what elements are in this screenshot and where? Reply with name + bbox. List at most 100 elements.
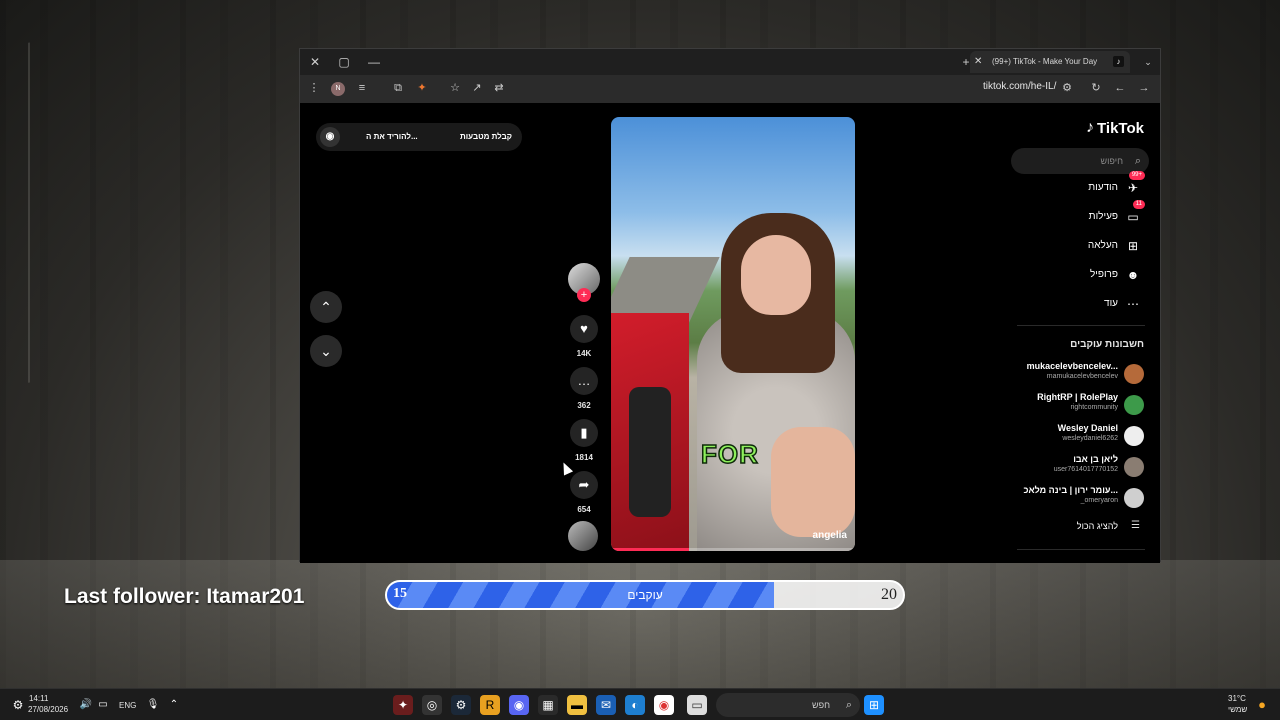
video-author[interactable]: angelia: [813, 530, 847, 541]
chrome-icon[interactable]: ◉: [654, 695, 674, 715]
language-indicator[interactable]: ENG: [119, 701, 136, 710]
show-all-link[interactable]: להציג הכול ☰: [1077, 519, 1144, 533]
outlook-icon[interactable]: ✉: [596, 695, 616, 715]
video-seat: [629, 387, 671, 517]
heart-icon[interactable]: ♥: [570, 315, 598, 343]
nav-activity-label: פעילות: [1088, 211, 1118, 222]
promo-download-text[interactable]: להוריד את ה...: [366, 123, 418, 151]
reload-icon[interactable]: ↻: [1088, 80, 1104, 96]
translate-icon[interactable]: ⇄: [491, 80, 507, 96]
comment-count: 362: [577, 401, 591, 410]
show-hidden-icons-chevron-icon[interactable]: ⌃: [164, 695, 184, 715]
coin-icon: ◉: [320, 127, 340, 147]
nav-messages[interactable]: הודעות ✈ 99+: [1044, 171, 1145, 199]
taskbar: ⚙ 14:11 27/08/2026 🔊 ▭ ENG 🎙 ⌃ ✦ ◎ ⚙ R ◉…: [0, 688, 1280, 720]
next-video-button[interactable]: ⌄: [310, 335, 342, 367]
account-name: ליאן בן אבו: [1073, 454, 1118, 464]
app-icon[interactable]: ◎: [422, 695, 442, 715]
bookmark-star-icon[interactable]: ☆: [447, 80, 463, 96]
sidebar-divider: [1017, 325, 1145, 326]
comment-action[interactable]: … 362: [566, 367, 602, 410]
search-icon: ⌕: [845, 699, 852, 711]
video-progress-bar[interactable]: [611, 548, 855, 551]
microphone-icon[interactable]: 🎙: [143, 695, 163, 715]
following-account[interactable]: ליאן בן אבו user7614017770152: [1004, 454, 1144, 480]
share-action[interactable]: ➦ 654: [566, 471, 602, 514]
following-account[interactable]: RightRP | RolePlay rightcommunity: [1004, 392, 1144, 418]
app-icon[interactable]: ✦: [393, 695, 413, 715]
close-window-button[interactable]: ✕: [305, 52, 325, 72]
video-progress-fill: [611, 548, 690, 551]
tiktok-logo[interactable]: ♪ TikTok: [1086, 119, 1144, 137]
following-account[interactable]: עומר ירון | בינה מלאכ... _omeryaron: [1004, 485, 1144, 511]
share-icon[interactable]: ↗: [469, 80, 485, 96]
menu-dots-icon[interactable]: ⋮: [306, 80, 322, 96]
coins-promo-bar[interactable]: ◉ להוריד את ה... קבלת מטבעות: [316, 123, 522, 151]
steam-icon[interactable]: ⚙: [451, 695, 471, 715]
account-username: _omeryaron: [1080, 497, 1118, 504]
video-caption: FOR: [700, 438, 759, 470]
nav-profile-label: פרופיל: [1089, 269, 1118, 280]
comment-icon[interactable]: …: [570, 367, 598, 395]
music-disc-avatar[interactable]: [568, 521, 598, 551]
avatar: [1124, 488, 1144, 508]
edge-icon[interactable]: ◐: [625, 695, 645, 715]
background-scribble: [28, 37, 68, 383]
weather-desc[interactable]: שמשי: [1228, 705, 1247, 714]
nav-activity[interactable]: פעילות ▭ 11: [1044, 200, 1145, 228]
tab-list-dropdown-icon[interactable]: ⌄: [1138, 52, 1158, 72]
account-username: user7614017770152: [1053, 466, 1118, 473]
rockstar-icon[interactable]: R: [480, 695, 500, 715]
store-icon[interactable]: ▦: [538, 695, 558, 715]
clock-date[interactable]: 27/08/2026: [28, 705, 68, 714]
previous-video-button[interactable]: ⌃: [310, 291, 342, 323]
address-bar[interactable]: tiktok.com/he-IL/: [983, 81, 1056, 92]
sidebar-divider-bottom: [1017, 549, 1145, 550]
app-icon[interactable]: ▭: [687, 695, 707, 715]
taskbar-search[interactable]: חפש ⌕: [716, 693, 860, 717]
share-arrow-icon[interactable]: ➦: [570, 471, 598, 499]
maximize-window-button[interactable]: ▢: [334, 52, 354, 72]
avatar: [1124, 395, 1144, 415]
site-settings-icon[interactable]: ⚙: [1059, 80, 1075, 96]
clock-time[interactable]: 14:11: [29, 694, 48, 703]
like-action[interactable]: ♥ 14K: [566, 315, 602, 358]
video-player[interactable]: FOR angelia: [611, 117, 855, 551]
forward-arrow-icon[interactable]: →: [1136, 80, 1152, 96]
following-account[interactable]: mukacelevbencelev... mamukacelevbencelev: [1004, 361, 1144, 387]
nav-more[interactable]: עוד ⋯: [1044, 293, 1144, 315]
tab-tiktok[interactable]: ✕ (99+) TikTok - Make Your Day ♪: [970, 51, 1130, 73]
avatar: [1124, 426, 1144, 446]
extensions-icon[interactable]: ⧉: [390, 80, 406, 96]
taskbar-search-label: חפש: [812, 700, 830, 710]
promo-coins-text[interactable]: קבלת מטבעות: [460, 123, 512, 151]
weather-temp[interactable]: 31°C: [1228, 694, 1246, 703]
avatar: [1124, 364, 1144, 384]
more-dots-icon: ⋯: [1127, 297, 1139, 311]
settings-gear-icon[interactable]: ⚙: [8, 695, 28, 715]
weather-sun-icon[interactable]: ●: [1252, 695, 1272, 715]
messages-icon: ✈ 99+: [1124, 171, 1145, 199]
search-input[interactable]: חיפוש ⌕: [1011, 148, 1149, 174]
account-name: עומר ירון | בינה מלאכ...: [1023, 485, 1118, 495]
back-arrow-icon[interactable]: ←: [1112, 80, 1128, 96]
discord-icon[interactable]: ◉: [509, 695, 529, 715]
save-action[interactable]: ▮ 1814: [566, 419, 602, 462]
follow-plus-icon[interactable]: +: [577, 288, 591, 302]
network-icon[interactable]: ▭: [93, 695, 113, 715]
minimize-window-button[interactable]: —: [364, 52, 384, 72]
close-tab-icon[interactable]: ✕: [974, 51, 982, 73]
bookmark-icon[interactable]: ▮: [570, 419, 598, 447]
nav-profile[interactable]: פרופיל ☻: [1044, 264, 1144, 286]
messages-badge: 99+: [1128, 171, 1145, 180]
brave-extension-icon[interactable]: ✦: [414, 80, 430, 96]
following-account[interactable]: Wesley Daniel wesleydaniel6262: [1004, 423, 1144, 449]
nav-upload[interactable]: העלאה ⊞: [1044, 235, 1144, 257]
tiktok-note-icon: ♪: [1086, 119, 1095, 136]
start-windows-icon[interactable]: ⊞: [864, 695, 884, 715]
account-username: wesleydaniel6262: [1062, 435, 1118, 442]
profile-extension-icon[interactable]: N: [331, 82, 345, 96]
file-explorer-icon[interactable]: ▬: [567, 695, 587, 715]
tiktok-logo-text: TikTok: [1097, 119, 1144, 137]
reading-list-icon[interactable]: ≡: [354, 80, 370, 96]
